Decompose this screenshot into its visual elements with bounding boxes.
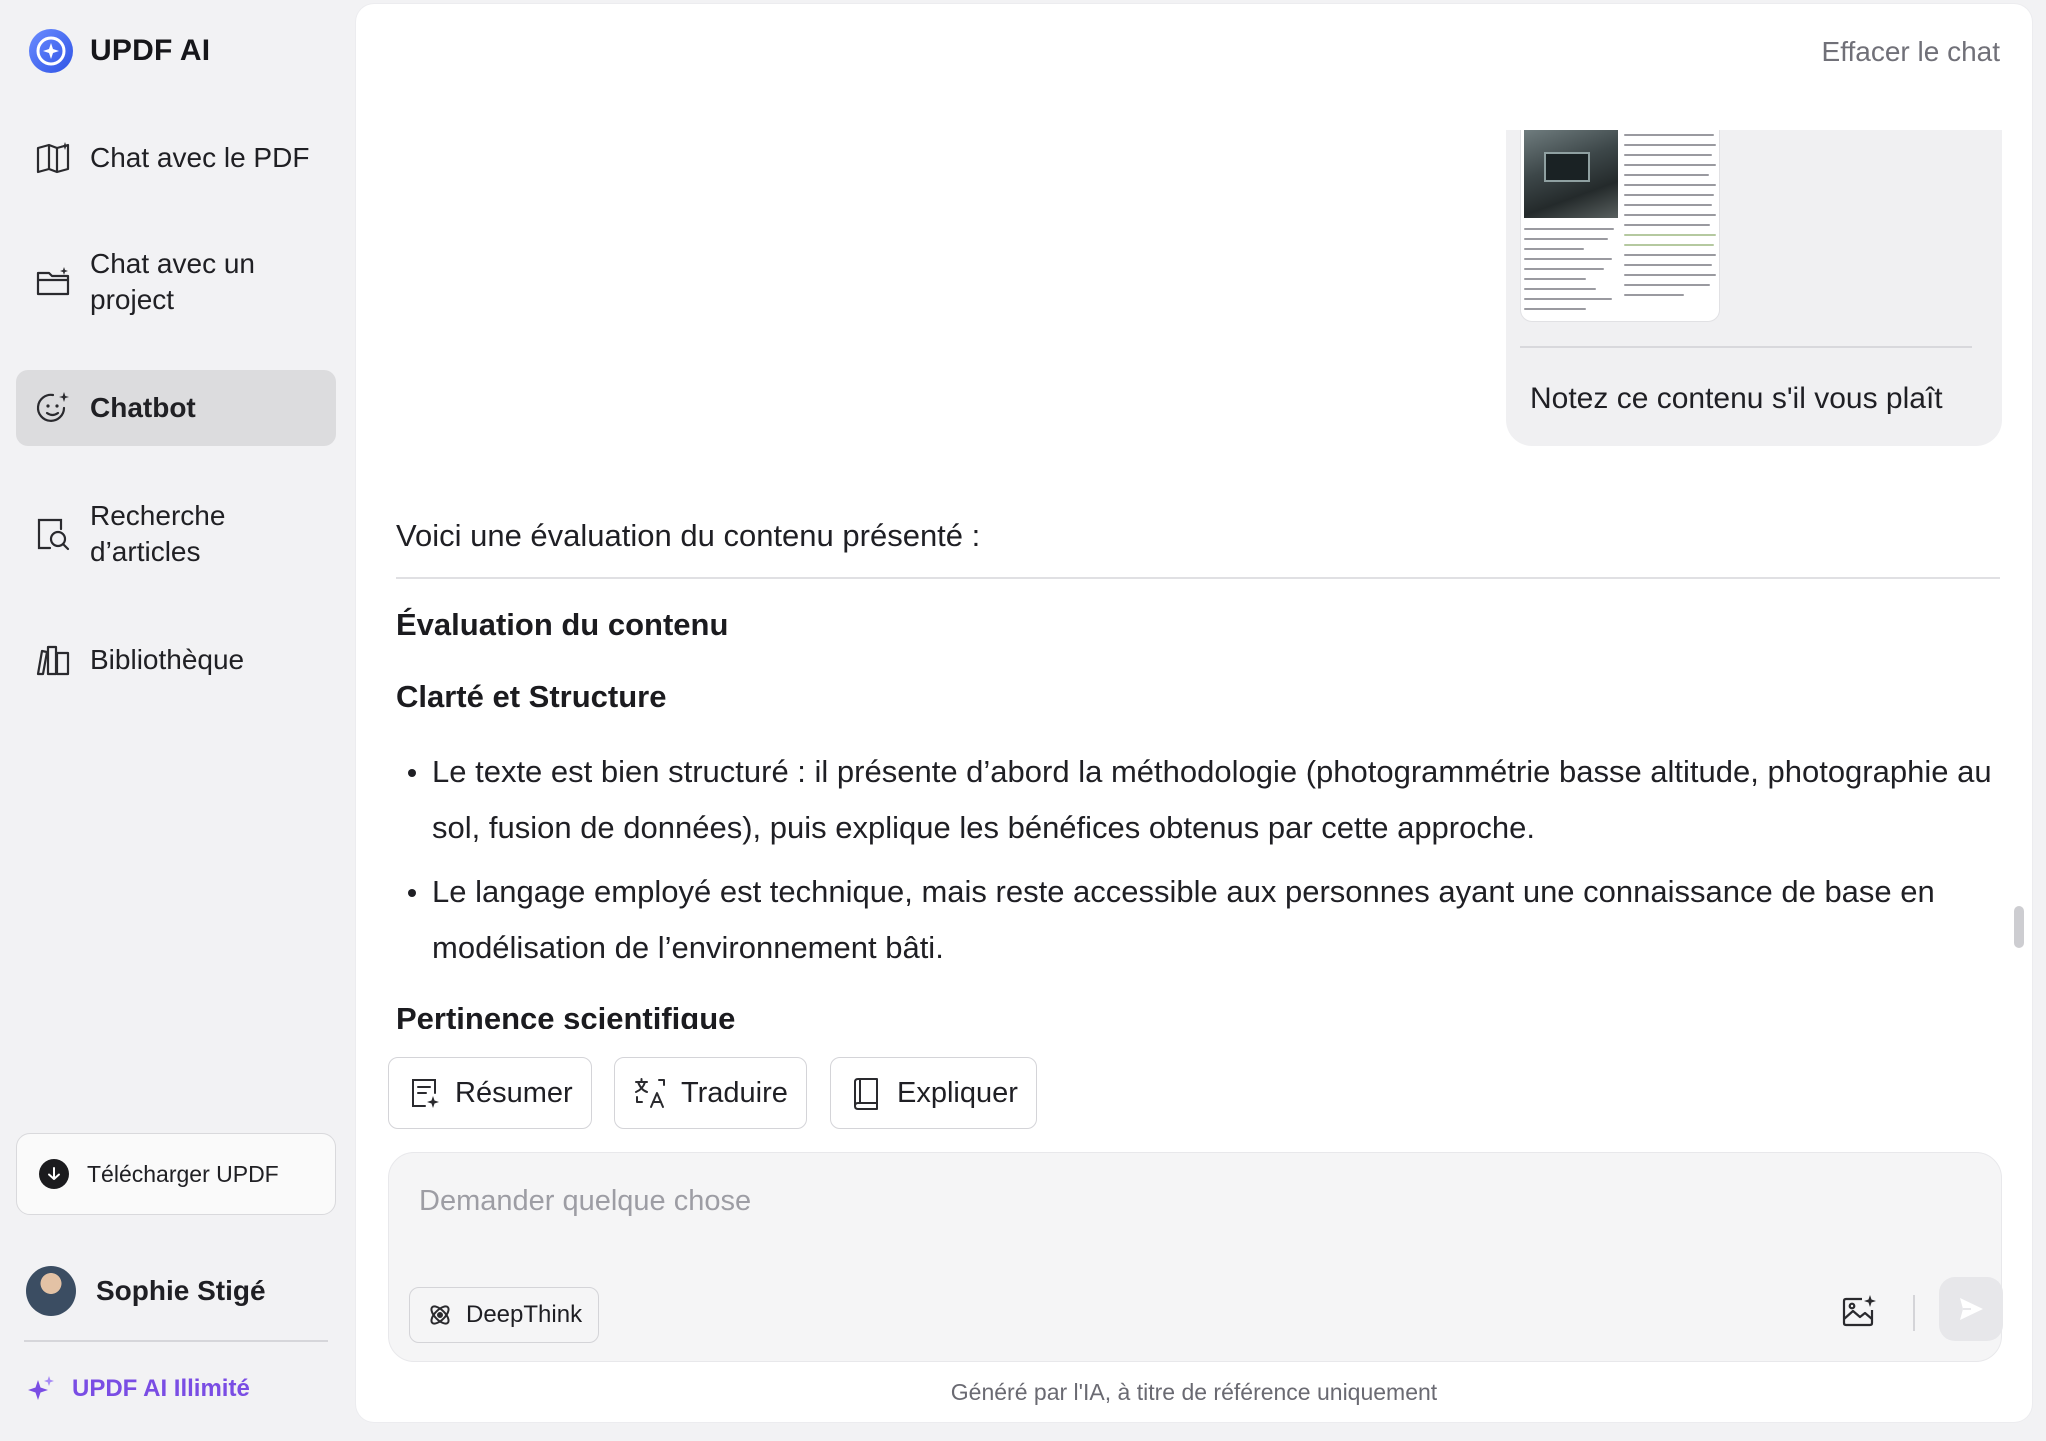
list-item: Le langage employé est technique, mais r…: [396, 864, 1996, 976]
chat-panel: Effacer le chat Notez ce contenu s'il vo…: [356, 4, 2032, 1422]
sparkle-icon: [28, 1376, 54, 1400]
summarize-label: Résumer: [455, 1076, 573, 1109]
chatbot-icon: [36, 392, 69, 422]
folder-icon: [36, 267, 70, 296]
sidebar-item-label: Chatbot: [90, 392, 196, 423]
updf-logo-icon: [29, 29, 73, 73]
ai-response-intro: Voici une évaluation du contenu présenté…: [396, 518, 981, 553]
attachment-thumbnail[interactable]: [1520, 130, 1720, 322]
sidebar: UPDF AI Chat avec le PDF Chat avec un pr…: [0, 0, 356, 1441]
user-message-bubble: Notez ce contenu s'il vous plaît: [1506, 130, 2002, 446]
message-input[interactable]: [419, 1179, 1919, 1223]
thumbnail-photo: [1524, 130, 1618, 218]
sidebar-item-article-search[interactable]: Recherche d’articles: [16, 488, 336, 580]
book-sparkle-icon: [36, 142, 70, 174]
user-name: Sophie Stigé: [96, 1275, 266, 1306]
sidebar-item-label: Chat avec le PDF: [90, 142, 310, 173]
brand[interactable]: UPDF AI: [28, 27, 210, 75]
summarize-button[interactable]: Résumer: [388, 1057, 592, 1129]
input-divider: [1913, 1295, 1915, 1331]
bubble-divider: [1520, 346, 1972, 348]
translate-label: Traduire: [681, 1076, 788, 1109]
translate-icon: [635, 1078, 665, 1108]
avatar: [26, 1266, 76, 1316]
upgrade-link[interactable]: UPDF AI Illimité: [26, 1372, 250, 1406]
response-divider: [396, 577, 2000, 579]
upgrade-label: UPDF AI Illimité: [72, 1375, 250, 1402]
download-label: Télécharger UPDF: [87, 1160, 279, 1187]
translate-button[interactable]: Traduire: [614, 1057, 807, 1129]
download-icon: [39, 1159, 69, 1189]
search-document-icon: [37, 518, 70, 551]
book-icon: [854, 1078, 878, 1110]
sidebar-item-label: Recherche d’articles: [90, 500, 226, 567]
clear-chat-button[interactable]: Effacer le chat: [1822, 36, 2000, 68]
response-subheading: Pertinence scientifique: [396, 1001, 736, 1029]
image-upload-button[interactable]: [1834, 1287, 1884, 1337]
explain-label: Expliquer: [897, 1076, 1018, 1109]
explain-button[interactable]: Expliquer: [830, 1057, 1037, 1129]
sidebar-item-label: Chat avec un project: [90, 248, 255, 315]
download-updf-button[interactable]: Télécharger UPDF: [16, 1133, 336, 1215]
image-sparkle-icon: [1842, 1295, 1876, 1327]
list-item: Le texte est bien structuré : il présent…: [396, 744, 1996, 856]
app-name: UPDF AI: [90, 34, 211, 67]
send-button[interactable]: [1939, 1277, 2003, 1341]
user-profile[interactable]: Sophie Stigé: [26, 1265, 266, 1317]
deepthink-label: DeepThink: [466, 1301, 583, 1328]
response-bullet-list: Le texte est bien structuré : il présent…: [396, 744, 1996, 984]
ai-disclaimer: Généré par l'IA, à titre de référence un…: [950, 1379, 1438, 1405]
sidebar-item-label: Bibliothèque: [90, 644, 245, 675]
sidebar-item-chatbot[interactable]: Chatbot: [16, 370, 336, 446]
scrollbar-thumb[interactable]: [2014, 906, 2024, 948]
deepthink-toggle[interactable]: DeepThink: [409, 1287, 600, 1343]
user-message-text: Notez ce contenu s'il vous plaît: [1530, 382, 1943, 415]
library-icon: [36, 645, 70, 676]
atom-icon: [430, 1305, 450, 1325]
response-subheading: Clarté et Structure: [396, 679, 667, 714]
sidebar-divider: [24, 1340, 328, 1342]
sidebar-item-chat-project[interactable]: Chat avec un project: [16, 236, 336, 328]
sidebar-item-library[interactable]: Bibliothèque: [16, 630, 336, 690]
sidebar-item-chat-pdf[interactable]: Chat avec le PDF: [16, 128, 336, 188]
response-heading: Évaluation du contenu: [396, 607, 729, 642]
send-icon: [1960, 1298, 1983, 1320]
summarize-icon: [412, 1079, 439, 1108]
message-composer: DeepThink: [388, 1152, 2003, 1362]
